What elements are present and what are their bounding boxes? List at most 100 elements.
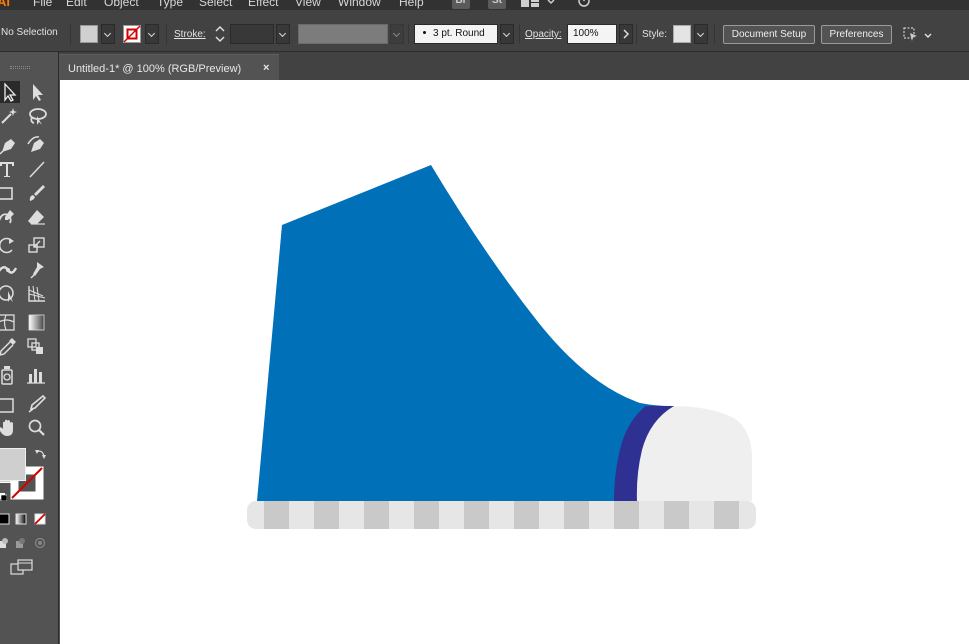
fill-dropdown[interactable]: [101, 24, 115, 44]
shaper-tool-icon[interactable]: [0, 206, 20, 228]
brush-definition-dropdown[interactable]: [500, 24, 514, 44]
tools-panel: [0, 52, 59, 644]
lasso-tool-icon[interactable]: [25, 105, 49, 127]
illustrator-window: Ai File Edit Object Type Select Effect V…: [0, 0, 969, 644]
panel-grip[interactable]: [10, 66, 30, 69]
default-fill-stroke-icon[interactable]: [0, 488, 8, 502]
sole-stripe: [364, 501, 389, 529]
arrange-documents-icon[interactable]: [521, 0, 539, 7]
bridge-button[interactable]: Br: [452, 0, 470, 9]
column-graph-tool-icon[interactable]: [25, 364, 49, 386]
shoe-sole-group[interactable]: [247, 501, 756, 529]
gradient-mode-button[interactable]: [15, 512, 27, 525]
stroke-swatch[interactable]: [123, 25, 141, 43]
arrange-chevron-icon[interactable]: [546, 0, 556, 5]
perspective-grid-tool-icon[interactable]: [25, 282, 49, 304]
fill-color-swatch-front[interactable]: [0, 448, 26, 481]
opacity-label[interactable]: Opacity:: [525, 29, 562, 41]
document-tab[interactable]: Untitled-1* @ 100% (RGB/Preview) ×: [59, 54, 279, 80]
document-setup-button[interactable]: Document Setup: [723, 25, 815, 44]
arrange-panel-icon[interactable]: [901, 25, 919, 43]
rotate-tool-icon[interactable]: [0, 234, 20, 256]
graphic-style-dropdown[interactable]: [694, 24, 708, 44]
magic-wand-tool-icon[interactable]: [0, 105, 20, 127]
menu-type[interactable]: Type: [157, 0, 183, 9]
variable-width-profile[interactable]: [298, 24, 388, 44]
preferences-button[interactable]: Preferences: [821, 25, 892, 44]
paintbrush-tool-icon[interactable]: [25, 182, 49, 204]
zoom-tool-icon[interactable]: [25, 417, 49, 439]
swap-fill-stroke-icon[interactable]: [34, 447, 46, 459]
opacity-arrow-button[interactable]: [619, 24, 633, 44]
artboard-tool-icon[interactable]: [0, 393, 20, 415]
puppet-warp-tool-icon[interactable]: [25, 258, 49, 280]
slice-tool-icon[interactable]: [25, 393, 49, 415]
menu-window[interactable]: Window: [338, 0, 381, 9]
width-tool-icon[interactable]: [0, 258, 20, 280]
mesh-tool-icon[interactable]: [0, 311, 20, 333]
menu-file[interactable]: File: [33, 0, 52, 9]
eraser-tool-icon[interactable]: [25, 206, 49, 228]
menu-select[interactable]: Select: [199, 0, 232, 9]
document-tab-bar: Untitled-1* @ 100% (RGB/Preview) ×: [59, 52, 969, 80]
shoe-body-shape[interactable]: [257, 165, 672, 501]
stroke-label[interactable]: Stroke:: [174, 29, 206, 41]
variable-width-dropdown[interactable]: [390, 24, 404, 44]
draw-inside-icon[interactable]: [34, 536, 46, 549]
sole-stripe: [664, 501, 689, 529]
none-mode-button[interactable]: [34, 512, 46, 525]
sole-stripe: [414, 501, 439, 529]
menu-view[interactable]: View: [295, 0, 321, 9]
sole-stripe: [714, 501, 739, 529]
stroke-weight-stepper[interactable]: [212, 23, 228, 45]
sole-stripe: [464, 501, 489, 529]
draw-normal-icon[interactable]: [0, 536, 10, 548]
close-tab-icon[interactable]: ×: [263, 62, 269, 74]
screen-mode-icon[interactable]: [10, 559, 34, 577]
symbol-sprayer-tool-icon[interactable]: [0, 364, 20, 386]
direct-selection-tool-icon[interactable]: [25, 81, 49, 103]
stock-button[interactable]: St: [488, 0, 506, 9]
artboard-canvas[interactable]: [60, 80, 969, 644]
hand-tool-icon[interactable]: [0, 417, 20, 439]
menu-effect[interactable]: Effect: [248, 0, 278, 9]
gpu-performance-icon[interactable]: [577, 0, 591, 9]
color-mode-button[interactable]: [0, 512, 10, 525]
blend-tool-icon[interactable]: [25, 335, 49, 357]
stroke-weight-field[interactable]: [230, 24, 274, 44]
style-label: Style:: [642, 29, 668, 40]
selection-tool-icon[interactable]: [0, 81, 20, 103]
menu-object[interactable]: Object: [104, 0, 139, 9]
type-tool-icon[interactable]: [0, 158, 20, 180]
rectangle-tool-icon[interactable]: [0, 182, 20, 204]
graphic-style-swatch[interactable]: [673, 25, 691, 43]
brush-definition-field[interactable]: 3 pt. Round: [414, 24, 498, 44]
selection-status: No Selection: [1, 27, 58, 38]
sole-stripe: [614, 501, 639, 529]
stroke-swatch-dropdown[interactable]: [145, 24, 159, 44]
control-bar: No Selection Stroke: 3 pt. Round Opacity…: [0, 10, 969, 52]
gradient-tool-icon[interactable]: [25, 311, 49, 333]
line-segment-tool-icon[interactable]: [25, 158, 49, 180]
sole-stripe: [264, 501, 289, 529]
brush-definition-value: 3 pt. Round: [433, 28, 485, 39]
draw-behind-icon[interactable]: [15, 536, 27, 548]
brush-dot-icon: [423, 31, 426, 34]
control-bar-menu-chevron-icon[interactable]: [923, 28, 933, 39]
fill-swatch[interactable]: [80, 25, 98, 43]
shape-builder-tool-icon[interactable]: [0, 282, 20, 304]
menu-edit[interactable]: Edit: [66, 0, 87, 9]
sneaker-artwork[interactable]: [60, 80, 969, 644]
pen-tool-icon[interactable]: [0, 134, 20, 156]
sole-stripe: [564, 501, 589, 529]
eyedropper-tool-icon[interactable]: [0, 335, 20, 357]
opacity-field[interactable]: 100%: [567, 24, 617, 44]
sole-stripe: [314, 501, 339, 529]
opacity-value: 100%: [573, 28, 599, 39]
document-tab-title[interactable]: Untitled-1* @ 100% (RGB/Preview): [68, 63, 241, 75]
curvature-tool-icon[interactable]: [25, 134, 49, 156]
stroke-weight-dropdown[interactable]: [276, 24, 290, 44]
menu-bar: Ai File Edit Object Type Select Effect V…: [0, 0, 969, 10]
menu-help[interactable]: Help: [399, 0, 424, 9]
scale-tool-icon[interactable]: [25, 234, 49, 256]
